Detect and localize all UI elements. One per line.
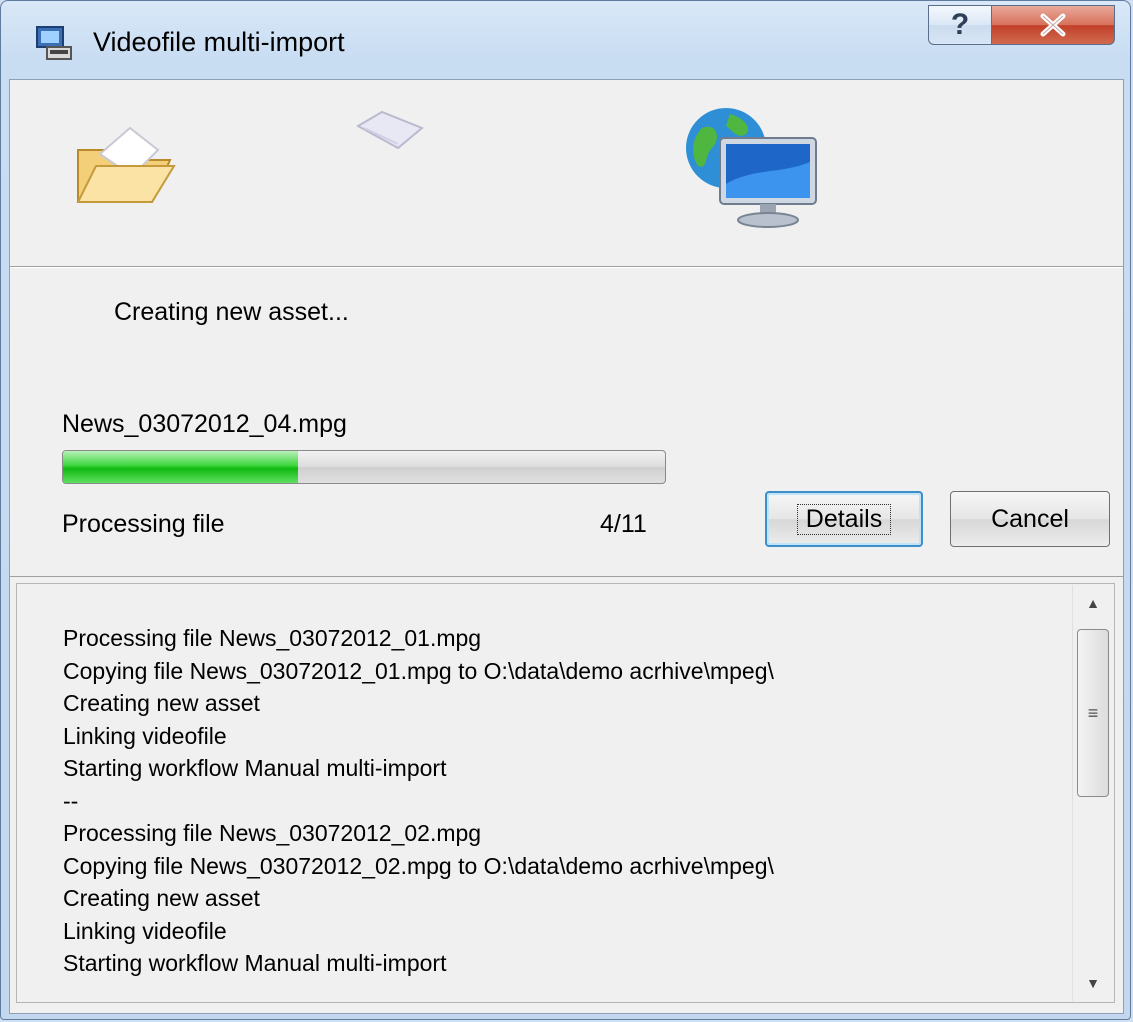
log-line: Linking videofile	[63, 722, 227, 749]
animation-header	[10, 80, 1123, 267]
scrollbar-thumb[interactable]: ≡	[1077, 629, 1109, 797]
progress-bar	[62, 450, 666, 484]
network-computer-icon	[686, 108, 817, 228]
close-icon	[1040, 13, 1066, 37]
help-button[interactable]: ?	[928, 5, 992, 45]
log-line: Creating new asset	[63, 885, 260, 911]
details-button-label: Details	[796, 503, 892, 535]
current-file-name: News_03072012_04.mpg	[62, 410, 347, 438]
flying-document-icon	[355, 110, 424, 150]
log-line: Copying file News_03072012_01.mpg to O:\…	[63, 657, 774, 684]
log-line: --	[63, 787, 79, 814]
processing-label: Processing file	[62, 510, 225, 538]
scroll-down-arrow-icon[interactable]: ▼	[1073, 965, 1113, 1001]
log-line: Starting workflow Manual multi-import	[63, 755, 447, 781]
status-text: Creating new asset...	[114, 298, 349, 326]
log-line: Copying file News_03072012_02.mpg to O:\…	[63, 852, 774, 879]
dialog-window: Videofile multi-import ? Creating new as…	[0, 0, 1131, 1020]
log-textbox[interactable]: Processing file News_03072012_01.mpg Copy…	[16, 583, 1115, 1003]
log-line: Creating new asset	[63, 690, 260, 716]
close-button[interactable]	[991, 5, 1115, 45]
title-bar[interactable]: Videofile multi-import ?	[1, 1, 1130, 71]
open-folder-icon	[76, 126, 176, 203]
header-divider	[10, 267, 1123, 268]
cancel-button[interactable]: Cancel	[950, 491, 1110, 547]
log-line: Linking videofile	[63, 917, 227, 944]
progress-bar-fill	[63, 451, 298, 483]
scroll-up-arrow-icon[interactable]: ▲	[1073, 585, 1113, 621]
vertical-scrollbar[interactable]: ▲ ≡ ▼	[1072, 585, 1113, 1001]
log-line: Processing file News_03072012_02.mpg	[63, 820, 482, 846]
log-panel: Processing file News_03072012_01.mpg Copy…	[10, 576, 1123, 1013]
file-counter: 4/11	[600, 510, 647, 538]
app-icon	[36, 26, 72, 60]
window-title: Videofile multi-import	[93, 27, 345, 57]
log-lines: Processing file News_03072012_01.mpg Copy…	[63, 622, 774, 980]
help-label: ?	[950, 8, 970, 41]
dialog-client-area: Creating new asset... News_03072012_04.m…	[9, 79, 1124, 1014]
log-line: Processing file News_03072012_01.mpg	[63, 625, 482, 651]
log-line: Starting workflow Manual multi-import	[63, 950, 447, 976]
details-button[interactable]: Details	[765, 491, 923, 547]
